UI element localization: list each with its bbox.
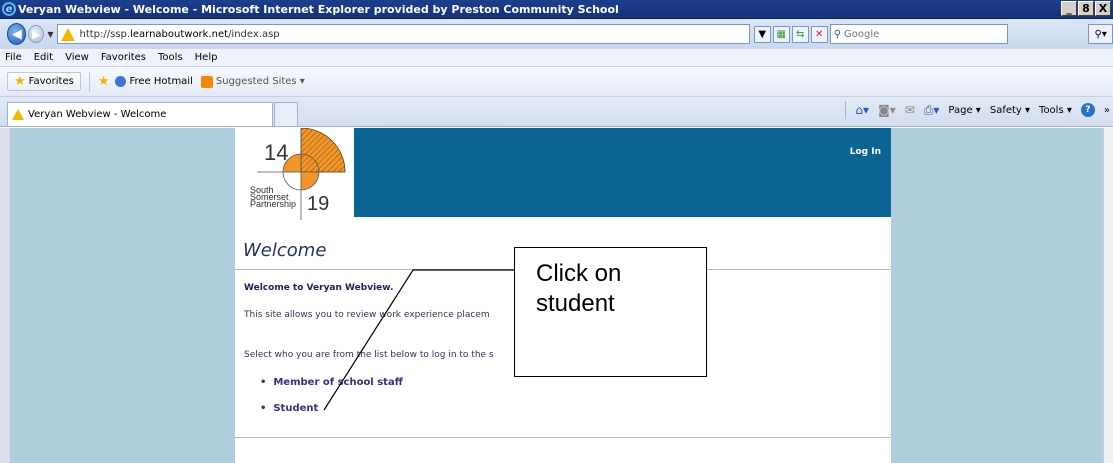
menu-tools[interactable]: Tools <box>158 52 183 63</box>
refresh-icon[interactable]: ⇆ <box>791 25 809 43</box>
option-staff-link[interactable]: Member of school staff <box>273 377 402 388</box>
history-dropdown-icon[interactable]: ▼ <box>47 30 53 39</box>
ssp-1419-logo: 14 19 South Somerset Partnership <box>250 128 346 220</box>
fav-free-hotmail[interactable]: Free Hotmail <box>115 76 193 87</box>
intro-text: This site allows you to review work expe… <box>244 310 490 320</box>
command-bar: ⌂▾ ◙▾ ✉ ⎙▾ Page ▾ Safety ▾ Tools ▾ ? » <box>845 101 1110 119</box>
tab-row: Veryan Webview - Welcome ⌂▾ ◙▾ ✉ ⎙▾ Page… <box>0 97 1113 127</box>
divider <box>845 101 847 119</box>
tools-menu[interactable]: Tools ▾ <box>1039 105 1072 116</box>
favorites-label: Favorites <box>28 76 74 87</box>
address-input[interactable]: http://ssp. learnaboutwork.net/index.asp <box>57 24 750 44</box>
vertical-scrollbar[interactable] <box>1103 128 1113 463</box>
option-student-link[interactable]: Student <box>273 403 318 414</box>
page-menu[interactable]: Page ▾ <box>948 105 980 116</box>
menu-help[interactable]: Help <box>195 52 218 63</box>
site-header-bar: Log In <box>354 128 891 217</box>
callout-box: Click on student <box>514 247 707 377</box>
tab-veryan-webview[interactable]: Veryan Webview - Welcome <box>7 102 273 126</box>
add-favorite-icon[interactable]: ★ <box>98 75 110 88</box>
safety-menu[interactable]: Safety ▾ <box>990 105 1030 116</box>
logo-number-14: 14 <box>264 140 288 165</box>
option-staff[interactable]: • Member of school staff <box>260 377 403 388</box>
maximize-button[interactable]: 8 <box>1078 1 1094 16</box>
greeting-text: Welcome to Veryan Webview. <box>244 283 394 293</box>
site-warning-icon <box>61 27 76 41</box>
url-prefix: http://ssp. <box>79 28 131 40</box>
address-row: ◀ ▶ ▼ http://ssp. learnaboutwork.net/inde… <box>0 19 1113 49</box>
forward-icon[interactable]: ▶ <box>28 25 45 43</box>
site-warning-icon <box>12 109 24 120</box>
favorites-button[interactable]: ★ Favorites <box>7 72 81 91</box>
menu-edit[interactable]: Edit <box>34 52 53 63</box>
fav-suggested-sites-label: Suggested Sites ▾ <box>215 76 305 87</box>
print-icon[interactable]: ⎙▾ <box>924 103 940 118</box>
menu-favorites[interactable]: Favorites <box>101 52 146 63</box>
mail-icon[interactable]: ✉ <box>905 103 915 117</box>
divider <box>235 437 891 438</box>
divider <box>88 71 90 92</box>
address-tools: ▼ ▦ ⇆ ✕ <box>753 25 828 43</box>
more-chevron-icon[interactable]: » <box>1104 105 1110 116</box>
new-tab-button[interactable] <box>274 102 298 126</box>
help-icon[interactable]: ? <box>1080 103 1095 117</box>
close-button[interactable]: X <box>1095 1 1111 16</box>
minimize-button[interactable]: _ <box>1061 1 1077 16</box>
search-input[interactable]: ⚲ Google <box>829 24 1009 44</box>
url-host: learnaboutwork.net <box>130 28 229 40</box>
select-prompt: Select who you are from the list below t… <box>244 350 494 360</box>
favorites-bar: ★ Favorites ★ Free Hotmail Suggested Sit… <box>0 67 1113 97</box>
back-icon[interactable]: ◀ <box>7 23 27 45</box>
window-controls: _ 8 X <box>1061 1 1111 16</box>
fav-suggested-sites[interactable]: Suggested Sites ▾ <box>200 75 305 88</box>
menu-view[interactable]: View <box>65 52 89 63</box>
menu-bar: File Edit View Favorites Tools Help <box>0 49 1113 67</box>
option-student[interactable]: • Student <box>260 403 318 414</box>
address-dropdown-icon[interactable]: ▼ <box>753 25 771 43</box>
window-left-edge <box>0 128 11 463</box>
menu-file[interactable]: File <box>5 52 22 63</box>
feeds-icon[interactable]: ◙▾ <box>878 103 896 117</box>
tab-title: Veryan Webview - Welcome <box>28 109 167 120</box>
window-title: Veryan Webview - Welcome - Microsoft Int… <box>18 2 619 16</box>
log-in-link[interactable]: Log In <box>850 147 881 157</box>
window-title-bar: e Veryan Webview - Welcome - Microsoft I… <box>0 0 1113 19</box>
url-suffix: /index.asp <box>228 28 280 40</box>
compatibility-icon[interactable]: ▦ <box>772 25 790 43</box>
suggested-sites-icon <box>200 75 213 88</box>
ie-page-icon <box>115 76 127 87</box>
search-placeholder: Google <box>844 28 880 40</box>
fav-free-hotmail-label: Free Hotmail <box>129 76 193 87</box>
star-icon: ★ <box>14 74 26 89</box>
home-icon[interactable]: ⌂▾ <box>855 103 869 117</box>
ie-logo-icon: e <box>2 2 16 16</box>
search-button[interactable]: ⚲▾ <box>1088 24 1113 44</box>
logo-org-line-3: Partnership <box>250 199 296 209</box>
search-magnifier-icon: ⚲ <box>833 28 842 40</box>
logo-number-19: 19 <box>307 193 329 215</box>
page-title: Welcome <box>243 240 327 261</box>
stop-icon[interactable]: ✕ <box>810 25 828 43</box>
